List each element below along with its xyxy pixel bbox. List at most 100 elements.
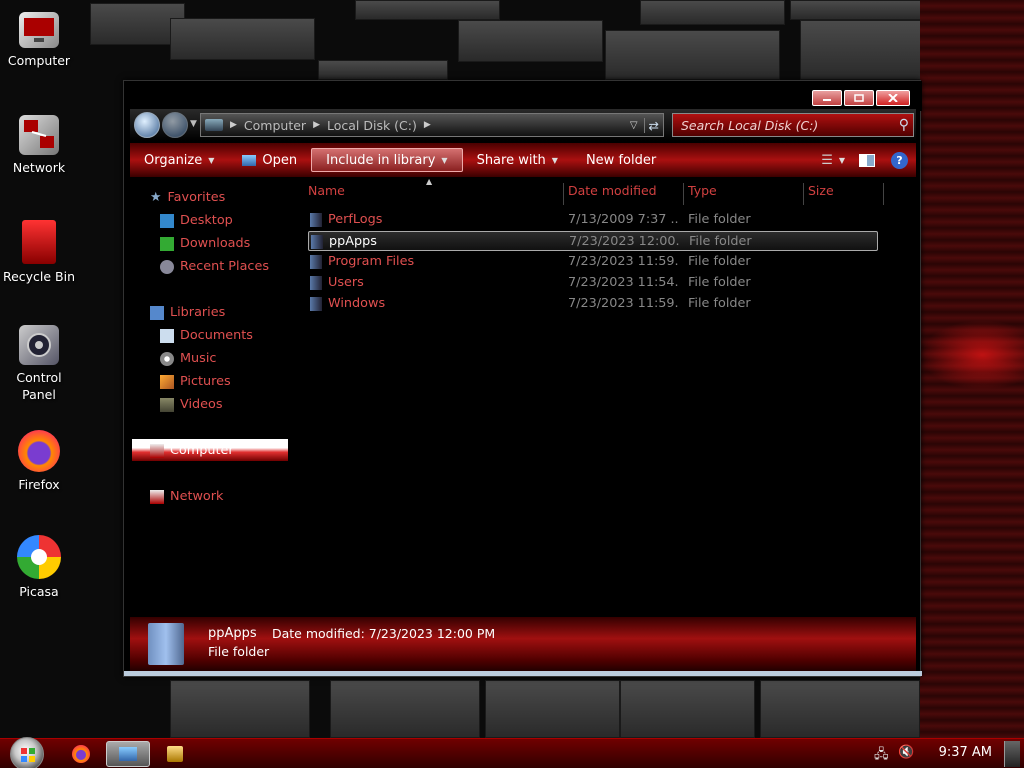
file-row-selected[interactable]: ppApps 7/23/2023 12:00... File folder <box>308 231 878 251</box>
file-date: 7/23/2023 11:59... <box>568 296 678 311</box>
file-name: Program Files <box>328 254 415 269</box>
documents-icon <box>160 328 174 343</box>
desktop-icon-control-panel[interactable]: Control Panel <box>0 325 78 403</box>
desktop-icon-network[interactable]: Network <box>0 115 78 176</box>
nav-music[interactable]: Music <box>160 351 216 366</box>
column-label: Type <box>688 183 717 198</box>
address-dropdown-icon[interactable]: ▽ <box>624 120 644 131</box>
chevron-down-icon: ▼ <box>838 155 845 165</box>
chevron-down-icon: ▼ <box>551 155 558 165</box>
nav-recent-places[interactable]: Recent Places <box>160 259 269 274</box>
pictures-icon <box>160 374 174 389</box>
network-icon <box>19 115 59 155</box>
nav-documents[interactable]: Documents <box>160 328 253 343</box>
nav-pictures[interactable]: Pictures <box>160 374 231 389</box>
help-button[interactable]: ? <box>883 148 916 172</box>
breadcrumb-separator-icon[interactable]: ▶ <box>310 120 323 130</box>
file-date: 7/23/2023 11:59... <box>568 254 678 269</box>
folder-icon <box>310 276 322 290</box>
breadcrumb-separator-icon[interactable]: ▶ <box>227 120 240 130</box>
desktop-icon-label: Computer <box>7 53 71 68</box>
desktop-icon-recycle-bin[interactable]: Recycle Bin <box>0 220 78 285</box>
share-with-button[interactable]: Share with ▼ <box>463 148 572 172</box>
details-date-modified: Date modified: 7/23/2023 12:00 PM <box>272 626 496 641</box>
column-header-name[interactable]: Name ▲ <box>304 177 564 205</box>
explorer-window: ▼ ▶ Computer ▶ Local Disk (C:) ▶ ▽ ⇄ Sea… <box>123 80 922 677</box>
folder-icon <box>311 235 323 249</box>
desktop-icon-label: Control Panel <box>16 370 62 402</box>
computer-icon <box>19 12 59 48</box>
preview-pane-button[interactable] <box>851 148 883 172</box>
open-button[interactable]: Open <box>228 148 311 172</box>
desktop-icon <box>160 213 174 228</box>
volume-muted-icon[interactable]: 🔇 <box>898 745 914 760</box>
address-box[interactable]: ▶ Computer ▶ Local Disk (C:) ▶ ▽ ⇄ <box>200 113 664 137</box>
maximize-button[interactable] <box>844 90 874 106</box>
view-icon: ☰ <box>821 152 833 168</box>
nav-libraries[interactable]: Libraries <box>150 305 225 320</box>
taskbar-explorer[interactable] <box>106 741 150 767</box>
column-header-size[interactable]: Size <box>804 183 884 205</box>
file-type: File folder <box>688 212 751 227</box>
column-header-date-modified[interactable]: Date modified <box>564 183 684 205</box>
nav-label: Documents <box>180 328 253 343</box>
desktop-icon-label: Recycle Bin <box>2 269 76 284</box>
column-header-type[interactable]: Type <box>684 183 804 205</box>
nav-downloads[interactable]: Downloads <box>160 236 250 251</box>
breadcrumb-computer[interactable]: Computer <box>240 114 310 136</box>
command-bar: Organize ▼ Open Include in library ▼ Sha… <box>130 143 916 177</box>
start-button[interactable] <box>10 737 44 768</box>
search-placeholder: Search Local Disk (C:) <box>681 117 819 133</box>
breadcrumb-separator-icon[interactable]: ▶ <box>421 120 434 130</box>
nav-network[interactable]: Network <box>150 489 223 504</box>
network-tray-icon[interactable]: 🖧 <box>874 745 889 767</box>
search-icon[interactable]: ⚲ <box>899 117 909 133</box>
back-button[interactable] <box>134 112 160 138</box>
desktop-icon-firefox[interactable]: Firefox <box>0 430 78 493</box>
change-view-button[interactable]: ☰ ▼ <box>815 148 851 172</box>
nav-computer[interactable]: Computer <box>150 443 234 458</box>
nav-videos[interactable]: Videos <box>160 397 223 412</box>
include-in-library-button[interactable]: Include in library ▼ <box>311 148 463 172</box>
desktop-icon-computer[interactable]: Computer <box>0 12 78 69</box>
file-row[interactable]: Users 7/23/2023 11:54... File folder <box>308 273 878 293</box>
taskbar: 🖧 🔇 9:37 AM <box>0 737 1024 768</box>
details-pane: ppApps Date modified: 7/23/2023 12:00 PM… <box>130 617 916 671</box>
file-list: Name ▲ Date modified Type Size PerfLogs … <box>304 177 914 617</box>
taskbar-firefox[interactable] <box>68 741 94 767</box>
recent-pages-dropdown-icon[interactable]: ▼ <box>190 119 197 129</box>
minimize-button[interactable] <box>812 90 842 106</box>
file-date: 7/23/2023 12:00... <box>569 234 679 249</box>
nav-favorites[interactable]: ★ Favorites <box>150 190 225 205</box>
nav-desktop[interactable]: Desktop <box>160 213 233 228</box>
picasa-icon <box>17 535 61 579</box>
breadcrumb-local-disk[interactable]: Local Disk (C:) <box>323 114 421 136</box>
nav-label: Desktop <box>180 213 233 228</box>
file-row[interactable]: Windows 7/23/2023 11:59... File folder <box>308 294 878 314</box>
share-with-label: Share with <box>476 152 546 168</box>
organize-button[interactable]: Organize ▼ <box>130 148 228 172</box>
file-name: PerfLogs <box>328 212 383 227</box>
new-folder-label: New folder <box>585 152 657 168</box>
file-row[interactable]: PerfLogs 7/13/2009 7:37 ... File folder <box>308 210 878 230</box>
maximize-icon <box>854 94 864 102</box>
nav-label: Network <box>170 489 224 504</box>
new-folder-button[interactable]: New folder <box>572 148 670 172</box>
window-title-bar[interactable] <box>124 81 922 111</box>
refresh-icon[interactable]: ⇄ <box>643 117 663 133</box>
desktop-icon-label: Firefox <box>18 477 60 492</box>
desktop-icon-label: Picasa <box>19 584 59 599</box>
search-input[interactable]: Search Local Disk (C:) ⚲ <box>672 113 914 137</box>
taskbar-clock[interactable]: 9:37 AM <box>939 745 992 760</box>
desktop-icon-picasa[interactable]: Picasa <box>0 535 78 600</box>
forward-button[interactable] <box>162 112 188 138</box>
close-button[interactable] <box>876 90 910 106</box>
details-file-type: File folder <box>208 644 270 659</box>
taskbar-media-player[interactable] <box>162 741 188 767</box>
show-desktop-button[interactable] <box>1004 741 1020 767</box>
file-row[interactable]: Program Files 7/23/2023 11:59... File fo… <box>308 252 878 272</box>
folder-icon <box>310 255 322 269</box>
nav-label: Computer <box>170 443 234 458</box>
chevron-down-icon: ▼ <box>208 155 215 165</box>
nav-label: Recent Places <box>180 259 269 274</box>
